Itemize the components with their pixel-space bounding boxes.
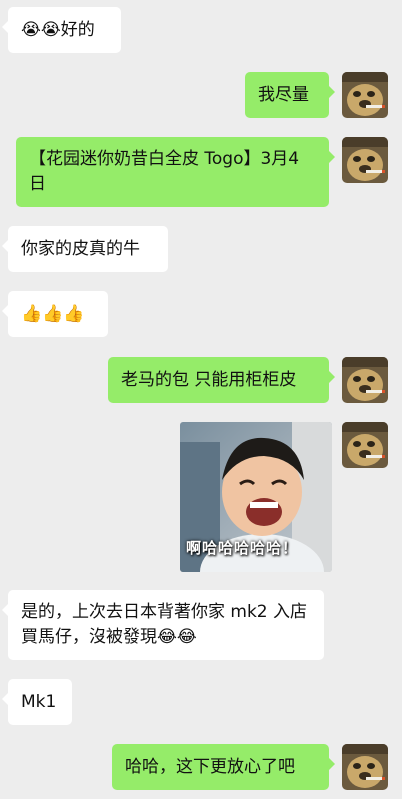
avatar-dog-icon	[342, 744, 388, 790]
avatar-dog-icon	[342, 422, 388, 468]
avatar-dog-icon	[342, 137, 388, 183]
message-bubble-received[interactable]: 👍👍👍	[2, 291, 108, 337]
message-bubble-sent[interactable]: 哈哈，这下更放心了吧	[112, 744, 335, 790]
message-text: 😭😭好的	[21, 20, 95, 40]
message-bubble-received[interactable]: Mk1	[2, 679, 72, 725]
avatar[interactable]	[342, 137, 388, 183]
message-text: 老马的包 只能用柜柜皮	[121, 370, 297, 390]
image-caption: 啊哈哈哈哈哈！	[186, 539, 299, 557]
message-bubble-received[interactable]: 😭😭好的	[2, 7, 121, 53]
image-message[interactable]: 啊哈哈哈哈哈！	[180, 422, 332, 572]
avatar-dog-icon	[342, 357, 388, 403]
message-bubble-received[interactable]: 你家的皮真的牛	[2, 226, 168, 272]
message-text: Mk1	[21, 692, 57, 712]
avatar[interactable]	[342, 422, 388, 468]
message-text: 【花园迷你奶昔白全皮 Togo】3月4日	[29, 149, 300, 194]
avatar-dog-icon	[342, 72, 388, 118]
message-text: 是的，上次去日本背著你家 mk2 入店買馬仔，沒被發現😂😂	[21, 602, 308, 647]
message-bubble-sent[interactable]: 我尽量	[245, 72, 335, 118]
message-bubble-sent[interactable]: 【花园迷你奶昔白全皮 Togo】3月4日	[16, 137, 335, 207]
message-bubble-sent[interactable]: 老马的包 只能用柜柜皮	[108, 357, 335, 403]
message-text: 我尽量	[258, 85, 309, 105]
message-bubble-received[interactable]: 是的，上次去日本背著你家 mk2 入店買馬仔，沒被發現😂😂	[2, 590, 324, 660]
avatar[interactable]	[342, 744, 388, 790]
message-text: 👍👍👍	[21, 304, 85, 324]
message-text: 哈哈，这下更放心了吧	[125, 757, 295, 777]
avatar[interactable]	[342, 72, 388, 118]
message-text: 你家的皮真的牛	[21, 239, 140, 259]
avatar[interactable]	[342, 357, 388, 403]
